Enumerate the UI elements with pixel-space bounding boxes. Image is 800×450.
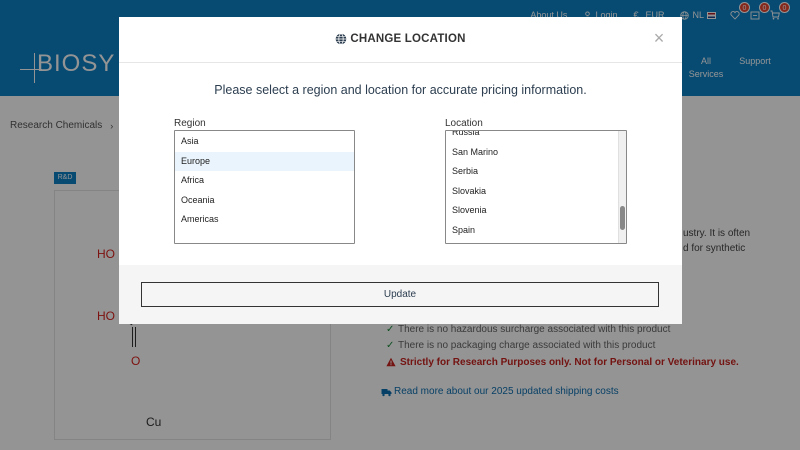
location-option-spain[interactable]: Spain: [446, 221, 618, 241]
modal-title-text: CHANGE LOCATION: [350, 33, 466, 45]
location-scrollbar-thumb[interactable]: [620, 206, 625, 230]
location-listbox[interactable]: Russia San Marino Serbia Slovakia Sloven…: [445, 130, 627, 244]
globe-icon: [335, 33, 347, 45]
update-button[interactable]: Update: [141, 282, 659, 307]
region-options: Asia Europe Africa Oceania Americas: [175, 131, 354, 230]
location-label: Location: [445, 118, 483, 129]
region-option-asia[interactable]: Asia: [175, 132, 354, 152]
region-option-africa[interactable]: Africa: [175, 171, 354, 191]
location-option-san-marino[interactable]: San Marino: [446, 143, 618, 163]
location-option-russia[interactable]: Russia: [446, 131, 618, 143]
close-icon[interactable]: ×: [653, 29, 665, 47]
location-option-slovenia[interactable]: Slovenia: [446, 201, 618, 221]
modal-subtitle: Please select a region and location for …: [214, 83, 587, 97]
modal-title: CHANGE LOCATION: [119, 33, 682, 45]
region-option-oceania[interactable]: Oceania: [175, 191, 354, 211]
location-option-serbia[interactable]: Serbia: [446, 162, 618, 182]
modal-footer: Update: [119, 265, 682, 324]
modal-header: CHANGE LOCATION ×: [119, 17, 682, 63]
location-options: Russia San Marino Serbia Slovakia Sloven…: [446, 131, 618, 241]
region-label: Region: [174, 118, 206, 129]
location-scrollbar[interactable]: [618, 131, 626, 243]
region-option-europe[interactable]: Europe: [175, 151, 354, 171]
region-listbox[interactable]: Asia Europe Africa Oceania Americas: [174, 130, 355, 244]
region-option-americas[interactable]: Americas: [175, 210, 354, 230]
change-location-modal: CHANGE LOCATION × Please select a region…: [119, 17, 682, 324]
location-option-slovakia[interactable]: Slovakia: [446, 182, 618, 202]
